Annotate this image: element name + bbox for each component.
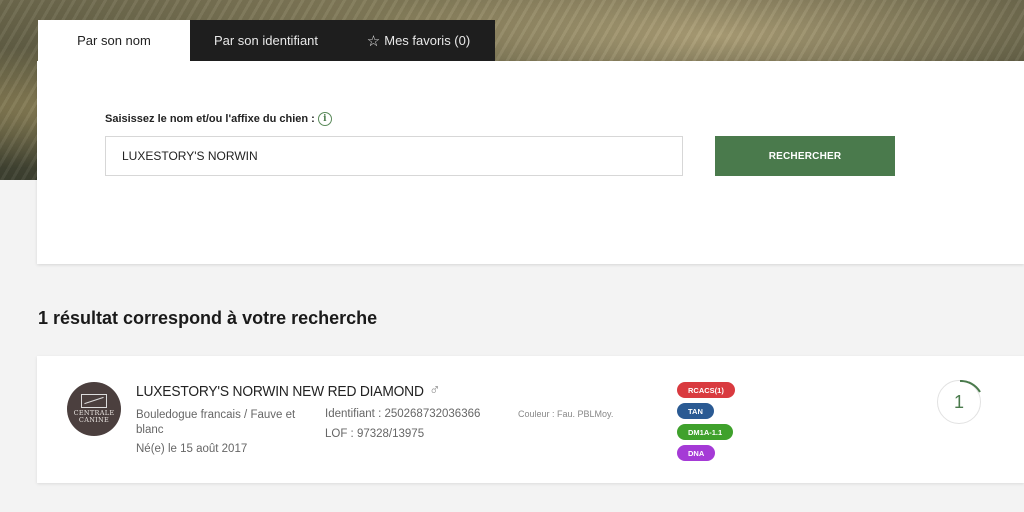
dog-birth-date: Né(e) le 15 août 2017: [136, 443, 248, 455]
dog-breed: Bouledogue francais / Fauve et blanc: [136, 409, 296, 436]
tab-label: Par son identifiant: [213, 33, 319, 48]
tab-mes-favoris[interactable]: ☆ Mes favoris (0): [342, 20, 495, 61]
search-button[interactable]: RECHERCHER: [715, 136, 895, 176]
search-panel: Saisissez le nom et/ou l'affixe du chien…: [37, 61, 1024, 264]
search-input[interactable]: [105, 136, 683, 176]
badge-rcacs: RCACS(1): [677, 382, 735, 398]
star-icon: ☆: [366, 32, 381, 50]
tab-label: Par son nom: [77, 33, 151, 48]
dog-name-link[interactable]: LUXESTORY'S NORWIN NEW RED DIAMOND ♂: [136, 382, 440, 400]
tab-par-son-identifiant[interactable]: Par son identifiant: [190, 20, 342, 61]
dog-name: LUXESTORY'S NORWIN NEW RED DIAMOND: [136, 382, 424, 400]
flag-icon: [81, 394, 107, 408]
male-icon: ♂: [429, 382, 441, 399]
info-icon[interactable]: i: [317, 112, 332, 126]
logo-text-bottom: CANINE: [78, 416, 110, 424]
search-label: Saisissez le nom et/ou l'affixe du chien…: [105, 112, 332, 126]
centrale-canine-logo: CENTRALE CANINE: [67, 382, 121, 436]
search-label-text: Saisissez le nom et/ou l'affixe du chien…: [105, 113, 315, 125]
health-badges: RCACS(1) TAN DM1A-1.1 DNA: [677, 382, 735, 461]
badge-dm: DM1A-1.1: [677, 424, 734, 440]
tab-par-son-nom[interactable]: Par son nom: [38, 20, 190, 61]
results-title: 1 résultat correspond à votre recherche: [38, 308, 378, 328]
result-count-ring: 1: [937, 380, 981, 424]
tab-label: Mes favoris (0): [384, 33, 471, 48]
badge-dna: DNA: [677, 445, 716, 461]
search-tabs: Par son nom Par son identifiant ☆ Mes fa…: [38, 20, 495, 61]
result-card[interactable]: CENTRALE CANINE LUXESTORY'S NORWIN NEW R…: [37, 356, 1024, 483]
badge-tan: TAN: [677, 403, 714, 419]
dog-couleur: Couleur : Fau. PBLMoy.: [518, 409, 614, 419]
dog-lof: LOF : 97328/13975: [325, 428, 425, 440]
progress-arc-icon: [959, 380, 981, 393]
dog-identifiant: Identifiant : 250268732036366: [325, 408, 481, 420]
